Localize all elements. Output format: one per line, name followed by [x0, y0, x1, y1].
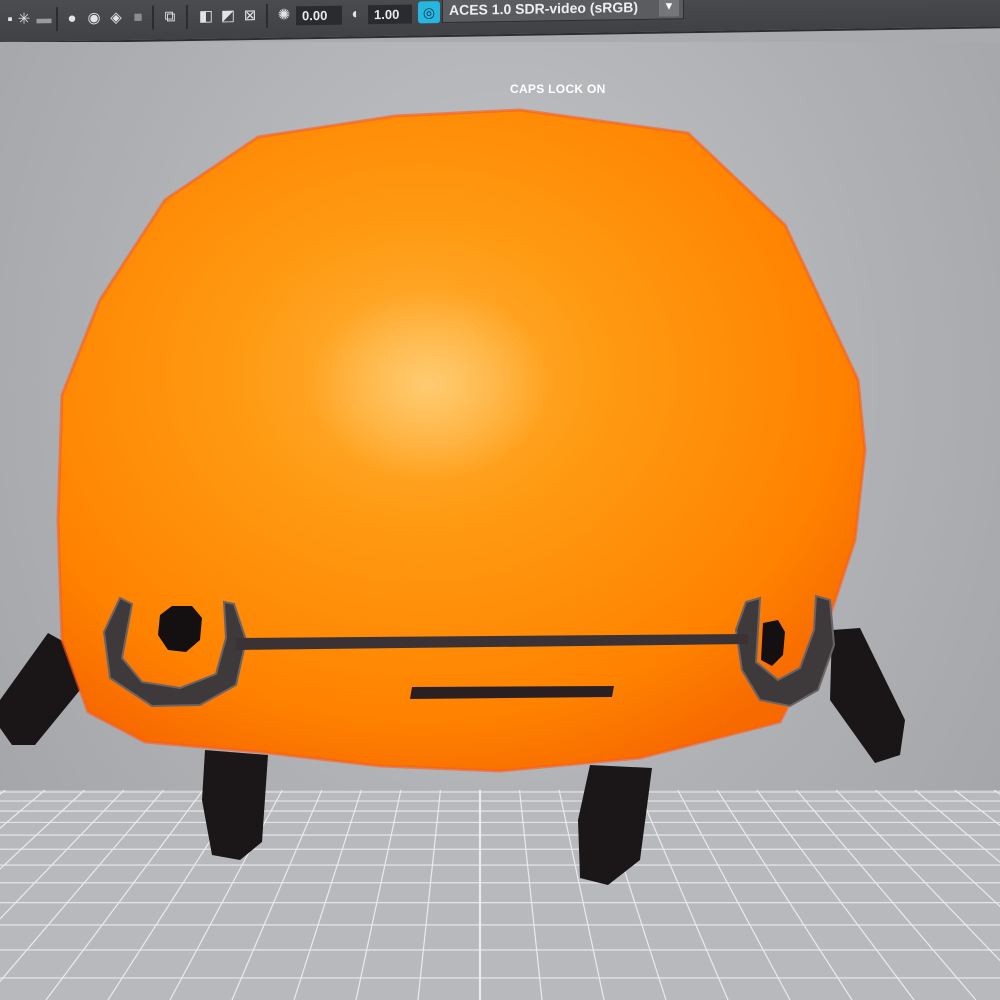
mouth [410, 686, 614, 699]
floor-grid [0, 790, 1000, 1000]
caps-lock-indicator: CAPS LOCK ON [510, 82, 606, 96]
scene-render [0, 108, 1000, 1000]
